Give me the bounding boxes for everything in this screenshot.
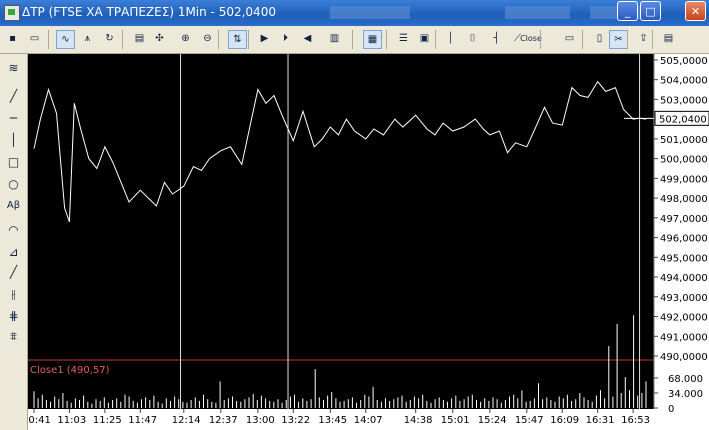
horizontal-line-icon[interactable]: ─ xyxy=(4,108,23,128)
time-tick-label: 12:37 xyxy=(209,415,238,426)
time-tick-label: 13:00 xyxy=(246,415,275,426)
toolbar-separator xyxy=(352,30,353,49)
rectangle-icon[interactable]: □ xyxy=(4,152,23,172)
time-tick-label: 16:53 xyxy=(621,415,650,426)
price-tick-label: 500,0000 xyxy=(660,155,708,166)
price-chart[interactable]: 505,0000504,0000503,0000502,0000501,0000… xyxy=(28,54,709,430)
ellipse-icon[interactable]: ○ xyxy=(4,174,23,194)
time-tick-label: 15:01 xyxy=(441,415,470,426)
window-icon[interactable]: ▭ xyxy=(560,30,579,49)
plot-area xyxy=(28,54,654,409)
close-mode-button[interactable]: Close xyxy=(520,30,542,49)
tick-icon[interactable]: │ xyxy=(441,30,460,49)
export-icon[interactable]: ⇪ xyxy=(634,30,653,49)
arc-icon[interactable]: ◠ xyxy=(4,220,23,240)
time-tick-label: 13:22 xyxy=(281,415,310,426)
time-tick-label: 10:41 xyxy=(28,415,51,426)
data-window-icon[interactable]: ▥ xyxy=(325,30,344,49)
move-updown-icon[interactable]: ⇅ xyxy=(228,30,247,49)
price-tick-label: 504,0000 xyxy=(660,76,708,87)
print-preview-icon[interactable]: ▭ xyxy=(25,30,44,49)
price-scale-icon[interactable]: ▦ xyxy=(363,30,382,49)
play-icon[interactable]: ▶ xyxy=(255,30,274,49)
crosshair-icon[interactable]: ✣ xyxy=(150,30,169,49)
toolbar-separator xyxy=(540,30,541,49)
price-tick-label: 503,0000 xyxy=(660,95,708,106)
volume-tick-label: 68.000 xyxy=(668,374,703,385)
trendline-icon[interactable]: ╱ xyxy=(4,86,23,106)
zoom-in-icon[interactable]: ⊕ xyxy=(176,30,195,49)
table-icon[interactable]: ☰ xyxy=(394,30,413,49)
indicators-icon[interactable]: ▤ xyxy=(130,30,149,49)
price-tick-label: 497,0000 xyxy=(660,214,708,225)
toolbar-separator xyxy=(218,30,219,49)
time-tick-label: 15:24 xyxy=(478,415,507,426)
time-tick-label: 15:47 xyxy=(515,415,544,426)
price-tick-label: 492,0000 xyxy=(660,313,708,324)
price-tick-label: 499,0000 xyxy=(660,174,708,185)
toolbar-separator xyxy=(386,30,387,49)
volume-tick-label: 0 xyxy=(668,404,674,415)
refresh-icon[interactable]: ↻ xyxy=(100,30,119,49)
time-tick-label: 16:31 xyxy=(586,415,615,426)
close-icon[interactable]: ✕ xyxy=(685,1,706,21)
volume-series-label: Close1 (490,57) xyxy=(30,365,110,376)
toolbar: ▪ ▭ ∿ ⩚ ↻ ▤ ✣ ⊕ ⊖ ⇅ ▶ ⏵ ◀ ▥ ▦ ☰ ▣ │ ⌷ ┤ ⟋ Close ▭ ▯ ✂ ⇪ ▤ xyxy=(0,26,709,54)
toolbar-separator xyxy=(122,30,123,49)
price-tick-label: 490,0000 xyxy=(660,352,708,363)
step-icon[interactable]: ⏵ xyxy=(276,30,295,49)
toolbar-separator xyxy=(248,30,249,49)
price-tick-label: 493,0000 xyxy=(660,293,708,304)
fan-icon[interactable]: ⊿ xyxy=(4,242,23,262)
toolbar-separator xyxy=(582,30,583,49)
time-tick-label: 14:38 xyxy=(404,415,433,426)
price-tick-label: 496,0000 xyxy=(660,234,708,245)
vertical-line-icon[interactable]: │ xyxy=(4,130,23,150)
window-title: ΔΤΡ (FTSE ΧΑ ΤΡΑΠΕΖΕΣ) 1Min - 502,0400 xyxy=(22,5,276,19)
price-tick-label: 498,0000 xyxy=(660,194,708,205)
toolbar-separator xyxy=(652,30,653,49)
drawing-tools-sidebar: ≋ ╱ ─ │ □ ○ Aβ ◠ ⊿ ╱ ⫲ ⋕ ⩨ xyxy=(0,54,28,430)
toolbar-separator xyxy=(435,30,436,49)
minimize-icon[interactable]: _ xyxy=(617,1,638,21)
toolbar-separator xyxy=(627,30,628,49)
price-tick-label: 491,0000 xyxy=(660,332,708,343)
time-tick-label: 14:07 xyxy=(354,415,383,426)
time-tick-label: 16:09 xyxy=(550,415,579,426)
fibonacci-icon[interactable]: ⩨ xyxy=(4,326,23,346)
time-tick-label: 11:47 xyxy=(128,415,157,426)
last-price-label: 502,0400 xyxy=(659,114,707,125)
line-chart-icon[interactable]: ∿ xyxy=(56,30,75,49)
panel-icon[interactable]: ▯ xyxy=(590,30,609,49)
grid-tool-icon[interactable]: ⋕ xyxy=(4,306,23,326)
app-icon xyxy=(4,5,20,21)
ratio-icon[interactable]: ▣ xyxy=(415,30,434,49)
title-bar: ΔΤΡ (FTSE ΧΑ ΤΡΑΠΕΖΕΣ) 1Min - 502,0400 _… xyxy=(0,0,709,26)
background-window-tab xyxy=(330,6,410,19)
save-icon[interactable]: ▪ xyxy=(3,30,22,49)
price-tick-label: 505,0000 xyxy=(660,56,708,67)
maximize-icon[interactable]: □ xyxy=(640,1,661,21)
time-tick-label: 12:14 xyxy=(172,415,201,426)
wave-icon[interactable]: ≋ xyxy=(4,58,23,78)
time-tick-label: 11:25 xyxy=(93,415,122,426)
price-tick-label: 495,0000 xyxy=(660,253,708,264)
bar-chart-icon[interactable]: ⩚ xyxy=(78,30,97,49)
info-icon[interactable]: ▤ xyxy=(659,30,678,49)
channel-icon[interactable]: ⫲ xyxy=(4,284,23,304)
toolbar-separator xyxy=(48,30,49,49)
back-icon[interactable]: ◀ xyxy=(298,30,317,49)
time-tick-label: 13:45 xyxy=(318,415,347,426)
candlestick-icon[interactable]: ⌷ xyxy=(463,30,482,49)
line-tool-icon[interactable]: ╱ xyxy=(4,262,23,282)
price-tick-label: 494,0000 xyxy=(660,273,708,284)
tools-icon[interactable]: ✂ xyxy=(609,30,628,49)
text-tool-icon[interactable]: Aβ xyxy=(4,196,23,216)
zoom-out-icon[interactable]: ⊖ xyxy=(198,30,217,49)
time-tick-label: 11:03 xyxy=(57,415,86,426)
volume-tick-label: 34.000 xyxy=(668,389,703,400)
ohlc-icon[interactable]: ┤ xyxy=(487,30,506,49)
price-tick-label: 501,0000 xyxy=(660,135,708,146)
background-window-tab xyxy=(505,6,570,19)
